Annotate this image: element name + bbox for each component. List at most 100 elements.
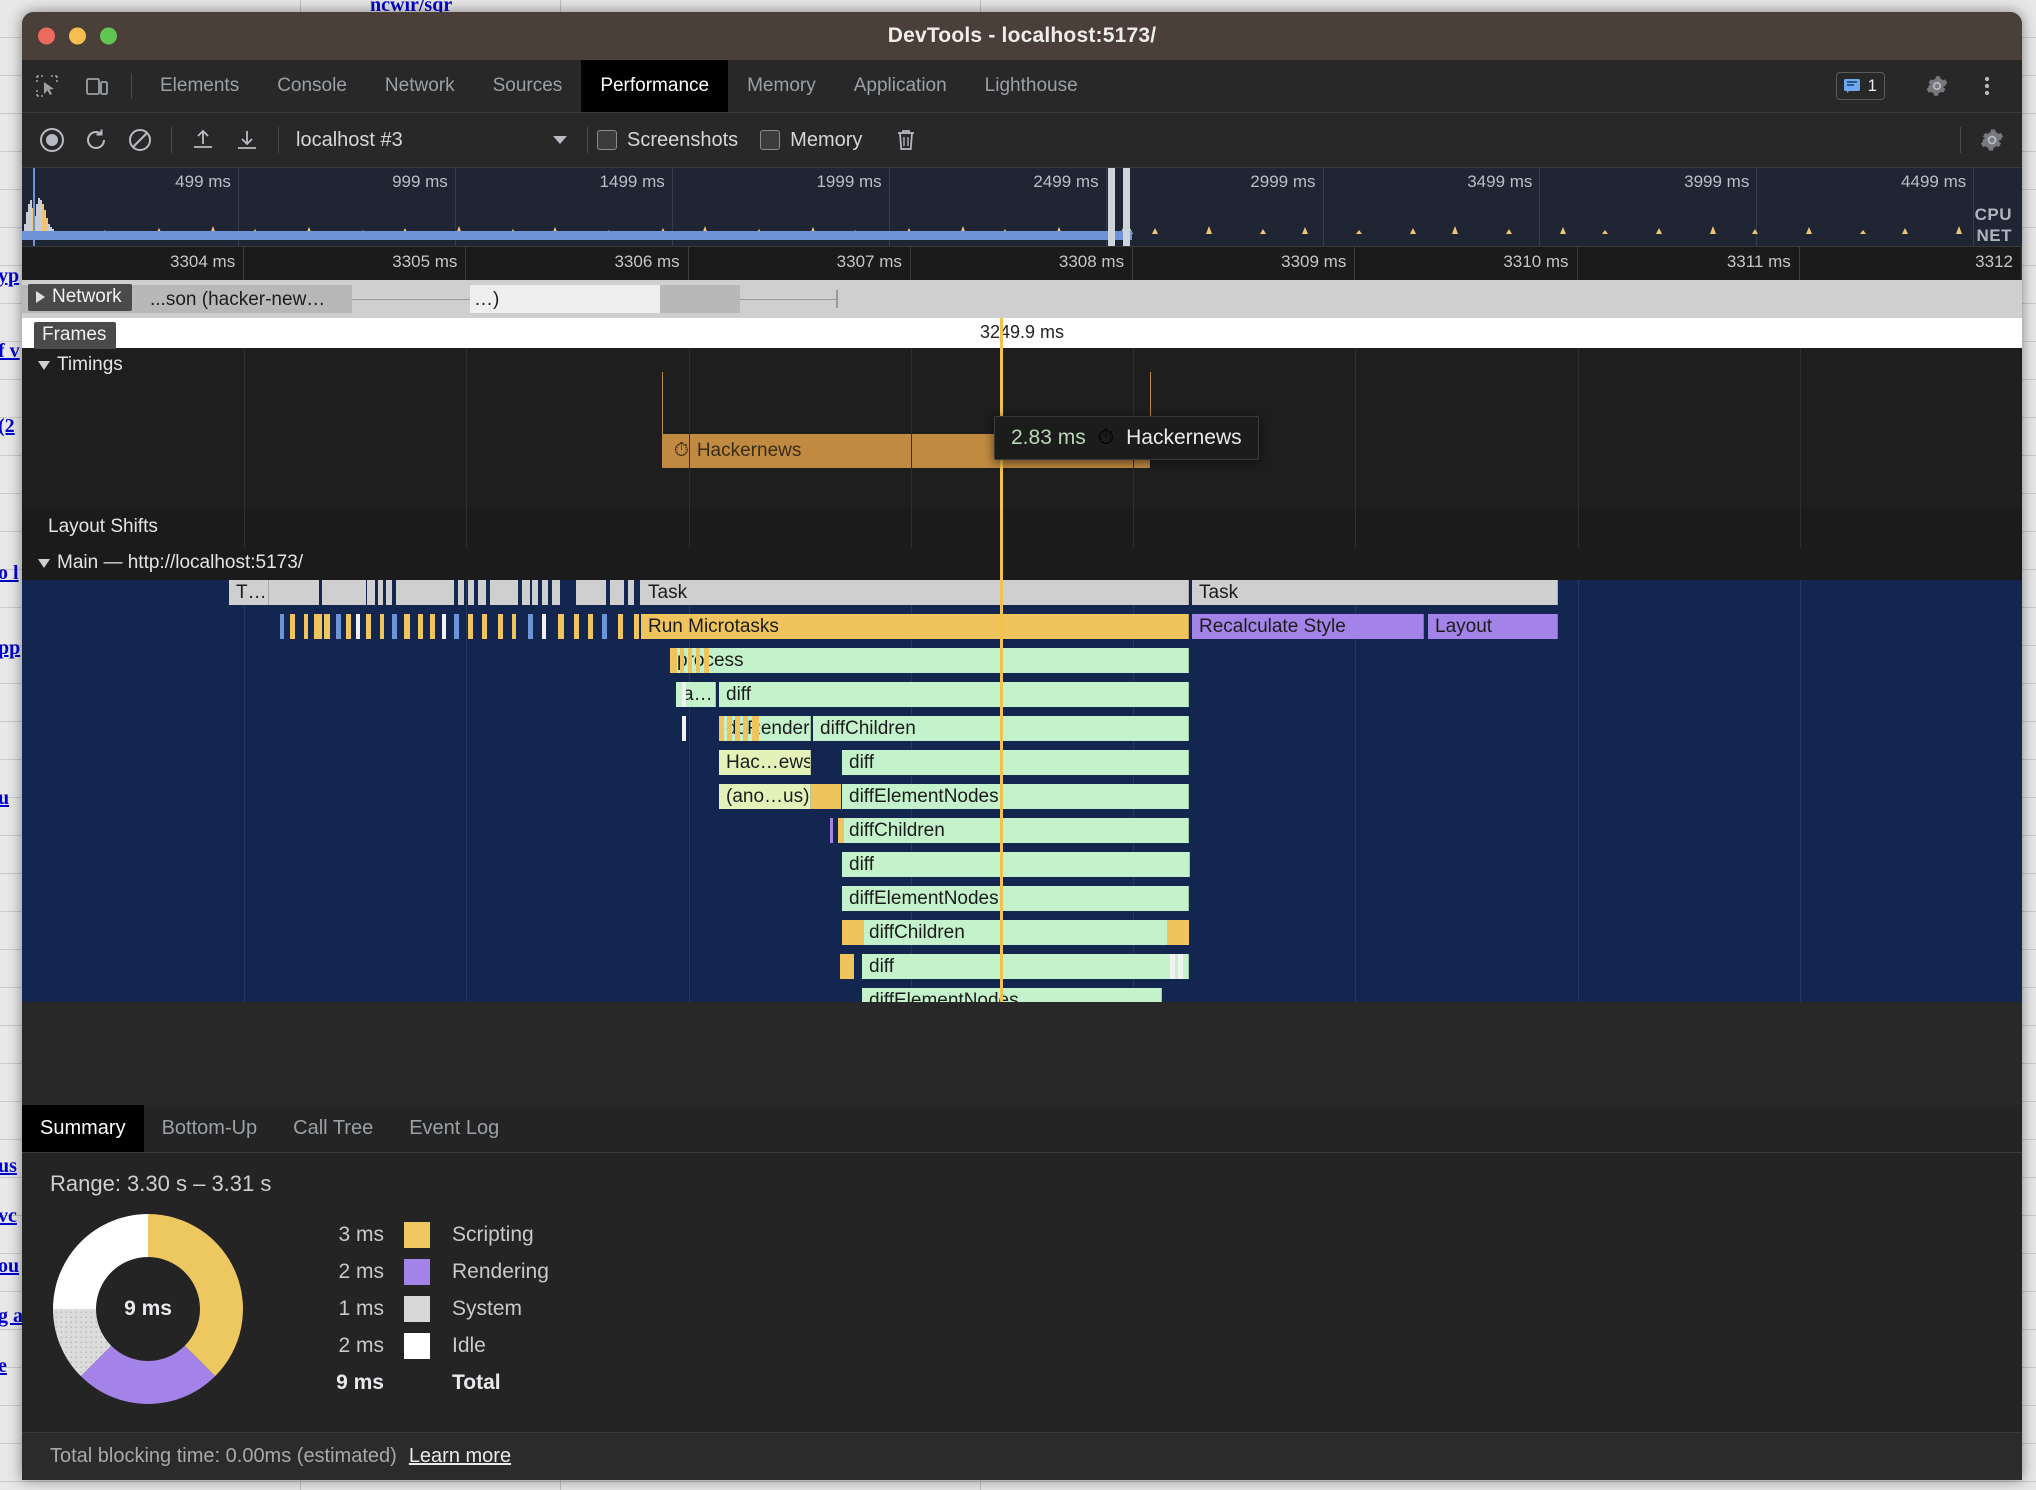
flame-tick <box>688 648 692 673</box>
flame-bar-label: diffChildren <box>849 820 945 842</box>
timings-track-header[interactable]: Timings <box>30 352 133 379</box>
flame-bar-label: Hac…ews <box>726 752 811 774</box>
grid-line <box>1800 348 1801 508</box>
legend-swatch-system <box>404 1296 430 1322</box>
minimize-window-button[interactable] <box>69 28 86 45</box>
flame-tick <box>490 580 518 605</box>
window-controls[interactable] <box>38 28 117 45</box>
legend-row-scripting: 3 ms Scripting <box>326 1222 549 1248</box>
tab-lighthouse[interactable]: Lighthouse <box>966 60 1097 112</box>
reload-and-record-button[interactable] <box>74 118 118 162</box>
settings-gear-icon[interactable] <box>1912 73 1962 99</box>
flame-bar[interactable]: Task <box>1192 580 1558 605</box>
screenshots-checkbox[interactable]: Screenshots <box>597 129 738 152</box>
stopwatch-icon: ⏱ <box>674 440 689 462</box>
main-track-header[interactable]: Main — http://localhost:5173/ <box>30 550 313 577</box>
record-button[interactable] <box>30 118 74 162</box>
flame-bar[interactable]: diff <box>719 682 1189 707</box>
tab-console[interactable]: Console <box>258 60 366 112</box>
flame-bar[interactable]: diffChildren <box>862 920 1189 945</box>
frames-track[interactable]: 3249.9 ms <box>22 318 2022 348</box>
console-messages-badge[interactable]: 1 <box>1836 72 1885 100</box>
flame-bar[interactable]: process <box>670 648 1189 673</box>
overview-tick-label: 2999 ms <box>1250 172 1315 192</box>
flame-bar[interactable]: diff <box>842 852 1189 877</box>
flame-tick <box>588 614 593 639</box>
grid-line <box>466 580 467 1002</box>
detail-tick-label: 3312 <box>1975 252 2013 272</box>
bg-link: ou <box>0 1255 19 1278</box>
flame-tick <box>830 818 833 843</box>
flame-bar[interactable]: diffChildren <box>842 818 1189 843</box>
flame-tick <box>1162 852 1190 877</box>
trash-icon[interactable] <box>884 118 928 162</box>
save-profile-icon[interactable] <box>225 118 269 162</box>
grid-line <box>911 508 912 548</box>
tab-network[interactable]: Network <box>366 60 474 112</box>
network-request-bar[interactable] <box>660 285 740 313</box>
flame-bar[interactable]: Hac…ews <box>719 750 811 775</box>
tab-elements[interactable]: Elements <box>141 60 258 112</box>
flame-bar-label: diffElementNodes <box>869 990 1019 1003</box>
flame-tick <box>735 716 740 741</box>
detail-tick-label: 3307 ms <box>837 252 902 272</box>
close-window-button[interactable] <box>38 28 55 45</box>
flame-bar[interactable]: diffElementNodes <box>842 784 1189 809</box>
tab-performance[interactable]: Performance <box>581 60 728 112</box>
capture-settings-gear-icon[interactable] <box>1970 118 2014 162</box>
tab-event-log[interactable]: Event Log <box>391 1105 517 1152</box>
layout-shifts-track-header[interactable]: Layout Shifts <box>30 514 168 541</box>
load-profile-icon[interactable] <box>181 118 225 162</box>
recording-session-select[interactable]: localhost #3 <box>288 129 578 152</box>
inspect-element-icon[interactable] <box>22 60 72 112</box>
detail-tick: 3310 ms <box>1355 247 1577 280</box>
more-options-icon[interactable] <box>1962 73 2012 99</box>
overview-selection-window[interactable] <box>1108 168 1130 246</box>
timeline-overview[interactable]: 499 ms999 ms1499 ms1999 ms2499 ms2999 ms… <box>22 168 2022 246</box>
detail-tick: 3308 ms <box>911 247 1133 280</box>
flame-tick <box>727 716 732 741</box>
frames-track-header[interactable]: Frames <box>34 322 116 349</box>
flame-bar[interactable]: diff <box>842 750 1189 775</box>
detail-tick-label: 3308 ms <box>1059 252 1124 272</box>
network-track-header[interactable]: Network <box>28 284 132 311</box>
flame-tick <box>574 614 579 639</box>
flame-bar[interactable]: diff <box>862 954 1189 979</box>
tab-application[interactable]: Application <box>835 60 966 112</box>
flame-bar[interactable]: diffElementNodes <box>862 988 1162 1002</box>
detail-tick: 3312 <box>1800 247 2022 280</box>
flame-bar[interactable]: Run Microtasks <box>641 614 1189 639</box>
flame-bar[interactable]: T… <box>229 580 269 605</box>
flame-tick <box>468 580 474 605</box>
flame-bar[interactable]: (ano…us) <box>719 784 811 809</box>
memory-checkbox[interactable]: Memory <box>760 129 862 152</box>
tab-sources[interactable]: Sources <box>474 60 582 112</box>
flame-tick <box>752 716 759 741</box>
clear-recording-button[interactable] <box>118 118 162 162</box>
overview-tick-label: 499 ms <box>175 172 231 192</box>
network-track[interactable]: ...son (hacker-new… …) <box>22 280 2022 318</box>
main-flame-chart[interactable]: T…TaskTaskRun MicrotasksRecalculate Styl… <box>22 580 2022 1002</box>
tab-memory[interactable]: Memory <box>728 60 835 112</box>
flame-bar[interactable]: diffElementNodes <box>842 886 1189 911</box>
flame-bar[interactable]: doRender <box>719 716 811 741</box>
maximize-window-button[interactable] <box>100 28 117 45</box>
flame-bar[interactable]: Layout <box>1428 614 1558 639</box>
flame-tick <box>378 580 383 605</box>
detail-tick: 3307 ms <box>689 247 911 280</box>
timeline-tracks[interactable]: ...son (hacker-new… …) Network 3249.9 ms… <box>22 280 2022 1002</box>
flame-bar[interactable]: Task <box>641 580 1189 605</box>
overview-tick-label: 4499 ms <box>1901 172 1966 192</box>
device-toolbar-icon[interactable] <box>72 60 122 112</box>
learn-more-link[interactable]: Learn more <box>409 1445 511 1468</box>
layout-shifts-track[interactable] <box>22 508 2022 548</box>
flame-tick <box>542 580 548 605</box>
flame-bar-label: diff <box>726 684 751 706</box>
grid-line <box>466 348 467 508</box>
flame-bar-label: Layout <box>1435 616 1492 638</box>
tab-call-tree[interactable]: Call Tree <box>275 1105 391 1152</box>
tab-bottom-up[interactable]: Bottom-Up <box>144 1105 276 1152</box>
bg-link: us <box>0 1155 17 1178</box>
tab-summary[interactable]: Summary <box>22 1105 144 1152</box>
flame-bar[interactable]: Recalculate Style <box>1192 614 1424 639</box>
